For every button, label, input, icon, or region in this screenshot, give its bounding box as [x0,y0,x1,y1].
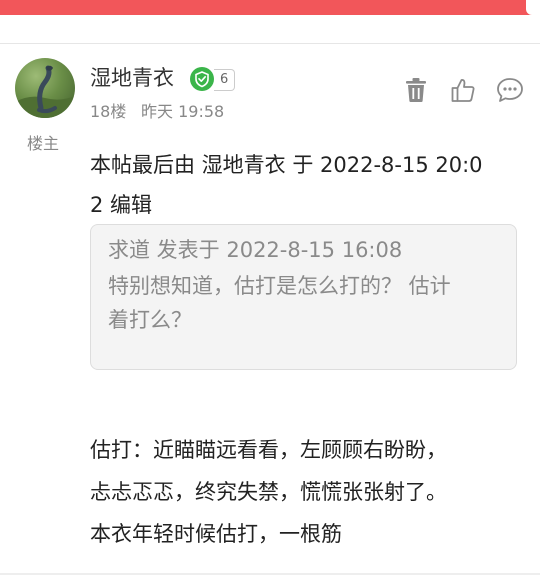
content-line: 本衣年轻时候估打，一根筋 [90,522,342,546]
top-bar-corner [526,0,540,15]
top-status-bar [0,0,540,15]
trash-icon[interactable] [402,76,430,104]
post-divider [0,43,540,44]
content-line: 忐忐忑忑，终究失禁，慌慌张张射了。 [90,480,447,504]
username[interactable]: 湿地青衣 [90,62,174,92]
floor-number: 18楼 [90,102,127,121]
user-level-badge: 6 [214,69,236,91]
quote-author: 求道 发表于 2022-8-15 16:08 [108,238,403,262]
thread-starter-label: 楼主 [27,134,60,153]
quote-text: 特别想知道，估打是怎么打的？ 估计 着打么？ [108,265,500,341]
avatar-image [15,65,75,118]
post-content: 估打：近瞄瞄远看看，左顾顾右盼盼， 忐忐忑忑，终究失禁，慌慌张张射了。 本衣年轻… [90,429,530,555]
post-time: 昨天 19:58 [141,102,225,121]
thumbs-up-icon[interactable] [449,76,477,104]
shield-check-icon [190,67,214,91]
quote-block[interactable]: 求道 发表于 2022-8-15 16:08 特别想知道，估打是怎么打的？ 估计… [90,224,517,370]
edit-note: 本帖最后由 湿地青衣 于 2022-8-15 20:0 2 编辑 [90,145,520,225]
edit-note-line: 本帖最后由 湿地青衣 于 2022-8-15 20:0 [90,153,483,177]
comment-icon[interactable] [496,76,524,104]
edit-note-line: 2 编辑 [90,193,153,217]
bottom-divider [0,573,540,575]
avatar[interactable] [15,58,75,118]
content-line: 估打：近瞄瞄远看看，左顾顾右盼盼， [90,438,447,462]
